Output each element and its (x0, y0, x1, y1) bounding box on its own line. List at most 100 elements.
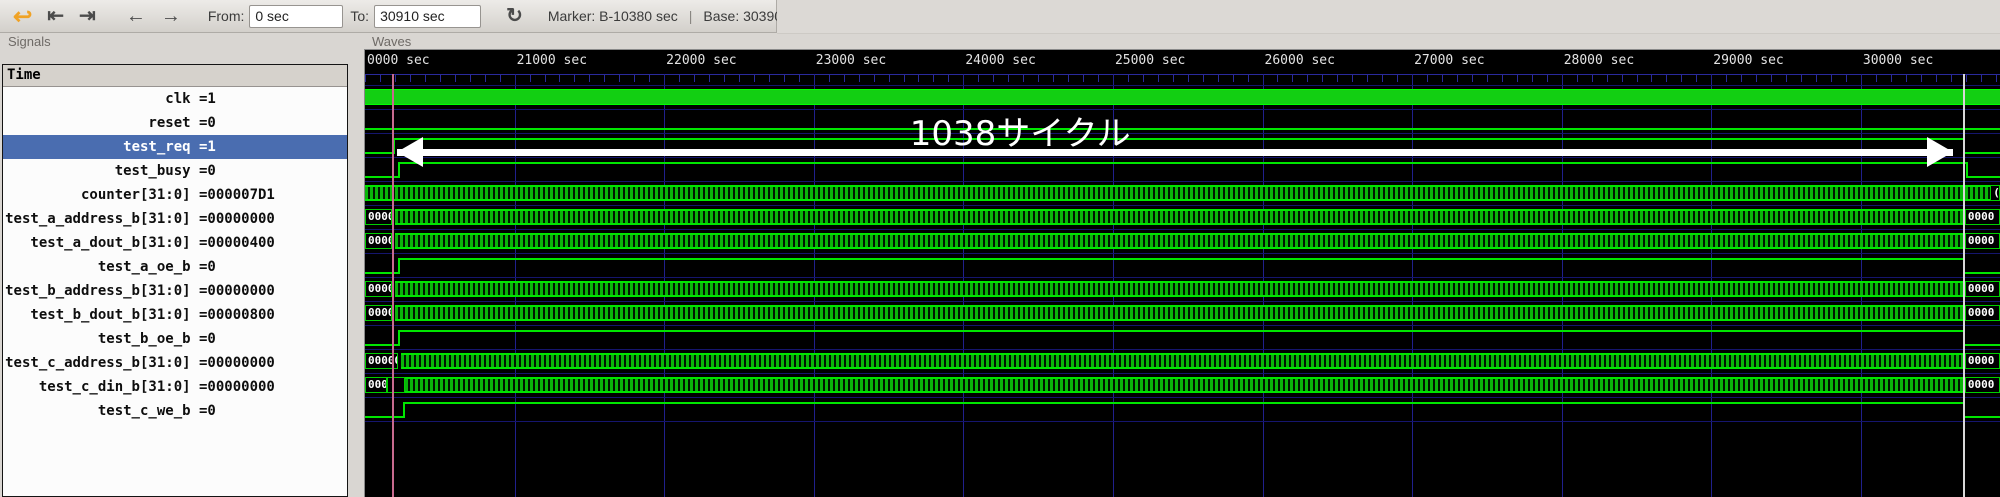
timeline-minor-tick (1172, 75, 1174, 82)
signal-row-reset[interactable]: reset =0 (3, 111, 347, 135)
timeline-minor-tick (1681, 75, 1683, 82)
timeline-minor-tick (394, 75, 396, 82)
timeline-minor-tick (589, 75, 591, 82)
timeline-minor-tick (858, 75, 860, 82)
timeline-minor-tick (574, 75, 576, 82)
timeline-minor-tick (1890, 75, 1892, 82)
timeline-minor-tick (1741, 75, 1743, 82)
timeline-minor-tick (1651, 75, 1653, 82)
timeline-minor-tick (753, 75, 755, 82)
wave-level-test_busy (397, 162, 1966, 164)
signal-name: test_a_oe_b (97, 259, 199, 275)
signals-header-time[interactable]: Time (3, 65, 347, 87)
timeline-minor-tick (424, 75, 426, 82)
signal-name: test_a_dout_b[31:0] (30, 235, 199, 251)
signal-row-counter[31:0][interactable]: counter[31:0] =000007D1 (3, 183, 347, 207)
wave-busy-counter (365, 185, 1991, 201)
signal-value: =00000000 (199, 211, 275, 227)
wave-level-test_busy (1965, 176, 2000, 178)
wave-value-test_a_dout_b: 0000 (1964, 233, 2000, 249)
signal-value: =00000000 (199, 283, 275, 299)
signal-row-test_c_din_b[31:0][interactable]: test_c_din_b[31:0] =00000000 (3, 375, 347, 399)
wave-level-test_a_oe_b (397, 258, 1963, 260)
waves-panel-title: Waves (372, 34, 412, 49)
timeline-minor-tick (1845, 75, 1847, 82)
wave-value-test_c_din_b (387, 377, 406, 393)
timeline-minor-tick (559, 75, 561, 82)
timeline-minor-tick (439, 75, 441, 82)
signal-row-test_b_oe_b[interactable]: test_b_oe_b =0 (3, 327, 347, 351)
wave-value-test_a_address_b: 0000 (1964, 209, 2000, 225)
timeline-minor-tick (948, 75, 950, 82)
wave-busy-test_b_dout_b (394, 305, 1963, 321)
timeline-minor-tick (933, 75, 935, 82)
step-back-icon[interactable]: ← (121, 6, 151, 26)
wave-value-test_c_din_b: 0000 (1964, 377, 2000, 393)
signal-row-test_c_we_b[interactable]: test_c_we_b =0 (3, 399, 347, 423)
end-marker[interactable] (1962, 74, 1965, 497)
timeline-minor-tick (1322, 75, 1324, 82)
timeline-minor-tick (1965, 75, 1967, 82)
from-input[interactable] (249, 4, 344, 28)
signal-row-test_req[interactable]: test_req =1 (3, 135, 347, 159)
grid-line-horizontal (365, 397, 2000, 398)
signal-row-test_a_dout_b[31:0][interactable]: test_a_dout_b[31:0] =00000400 (3, 231, 347, 255)
signal-row-test_busy[interactable]: test_busy =0 (3, 159, 347, 183)
timeline-minor-tick (768, 75, 770, 82)
timeline-label: 0000 sec (367, 53, 430, 68)
grid-line-horizontal (365, 157, 2000, 158)
timeline-minor-tick (649, 75, 651, 82)
signal-row-test_c_address_b[31:0][interactable]: test_c_address_b[31:0] =00000000 (3, 351, 347, 375)
wave-value-test_c_din_b: 000+ (365, 377, 388, 393)
wave-busy-test_c_address_b (400, 353, 1963, 369)
reload-icon[interactable]: ↻ (501, 6, 528, 26)
to-input[interactable] (374, 4, 482, 28)
timeline-label: 30000 sec (1862, 53, 1934, 68)
timeline-label: 28000 sec (1563, 53, 1635, 68)
wave-value-test_b_dout_b: 0000+ (365, 305, 392, 321)
toolbar: ↩ ⇤ ⇥ ← → From: To: ↻ Marker: B-10380 se… (0, 0, 808, 33)
cycle-annotation-arrow (397, 137, 1953, 167)
signal-row-test_a_oe_b[interactable]: test_a_oe_b =0 (3, 255, 347, 279)
signal-row-test_a_address_b[31:0][interactable]: test_a_address_b[31:0] =00000000 (3, 207, 347, 231)
timeline-minor-tick (738, 75, 740, 82)
signal-row-clk[interactable]: clk =1 (3, 87, 347, 111)
jump-to-start-icon[interactable]: ⇤ (42, 6, 69, 26)
primary-marker[interactable] (391, 74, 394, 497)
wave-canvas[interactable]: 0000 sec 21000 sec 22000 sec 23000 sec 24000… (365, 50, 2000, 497)
timeline-label: 21000 sec (516, 53, 588, 68)
undo-icon[interactable]: ↩ (8, 4, 37, 28)
grid-line-horizontal (365, 325, 2000, 326)
timeline-minor-tick (1367, 75, 1369, 82)
timeline-minor-tick (1127, 75, 1129, 82)
timeline-minor-tick (1337, 75, 1339, 82)
timeline-label: 27000 sec (1414, 53, 1485, 68)
signal-value: =1 (199, 139, 216, 155)
timeline-minor-tick (1771, 75, 1773, 82)
signal-row-test_b_address_b[31:0][interactable]: test_b_address_b[31:0] =00000000 (3, 279, 347, 303)
timeline-minor-tick (724, 75, 725, 82)
timeline-minor-tick (903, 75, 905, 82)
timeline-minor-tick (1905, 75, 1907, 82)
timeline-minor-tick (1442, 75, 1444, 82)
signal-name: test_c_din_b[31:0] (38, 379, 199, 395)
signal-value: =00000000 (199, 355, 275, 371)
wave-busy-test_b_address_b (394, 281, 1963, 297)
signal-name: test_req (123, 139, 199, 155)
signal-value: =0 (199, 163, 216, 179)
timeline-minor-tick (1606, 75, 1608, 82)
timeline-minor-tick (1995, 75, 1997, 82)
timeline-minor-tick (1920, 75, 1922, 82)
wave-level-test_c_we_b (1962, 416, 2000, 418)
timeline-minor-tick (1546, 75, 1548, 82)
grid-line-horizontal (365, 85, 2000, 86)
toolbar-filler (777, 0, 2000, 34)
timeline-minor-tick (1292, 75, 1294, 82)
step-forward-icon[interactable]: → (156, 6, 186, 26)
grid-line-horizontal (365, 133, 2000, 134)
signal-value: =0 (199, 331, 216, 347)
signal-row-test_b_dout_b[31:0][interactable]: test_b_dout_b[31:0] =00000800 (3, 303, 347, 327)
jump-to-end-icon[interactable]: ⇥ (74, 6, 101, 26)
timeline-minor-tick (1621, 75, 1623, 82)
timeline-minor-tick (1038, 75, 1040, 82)
